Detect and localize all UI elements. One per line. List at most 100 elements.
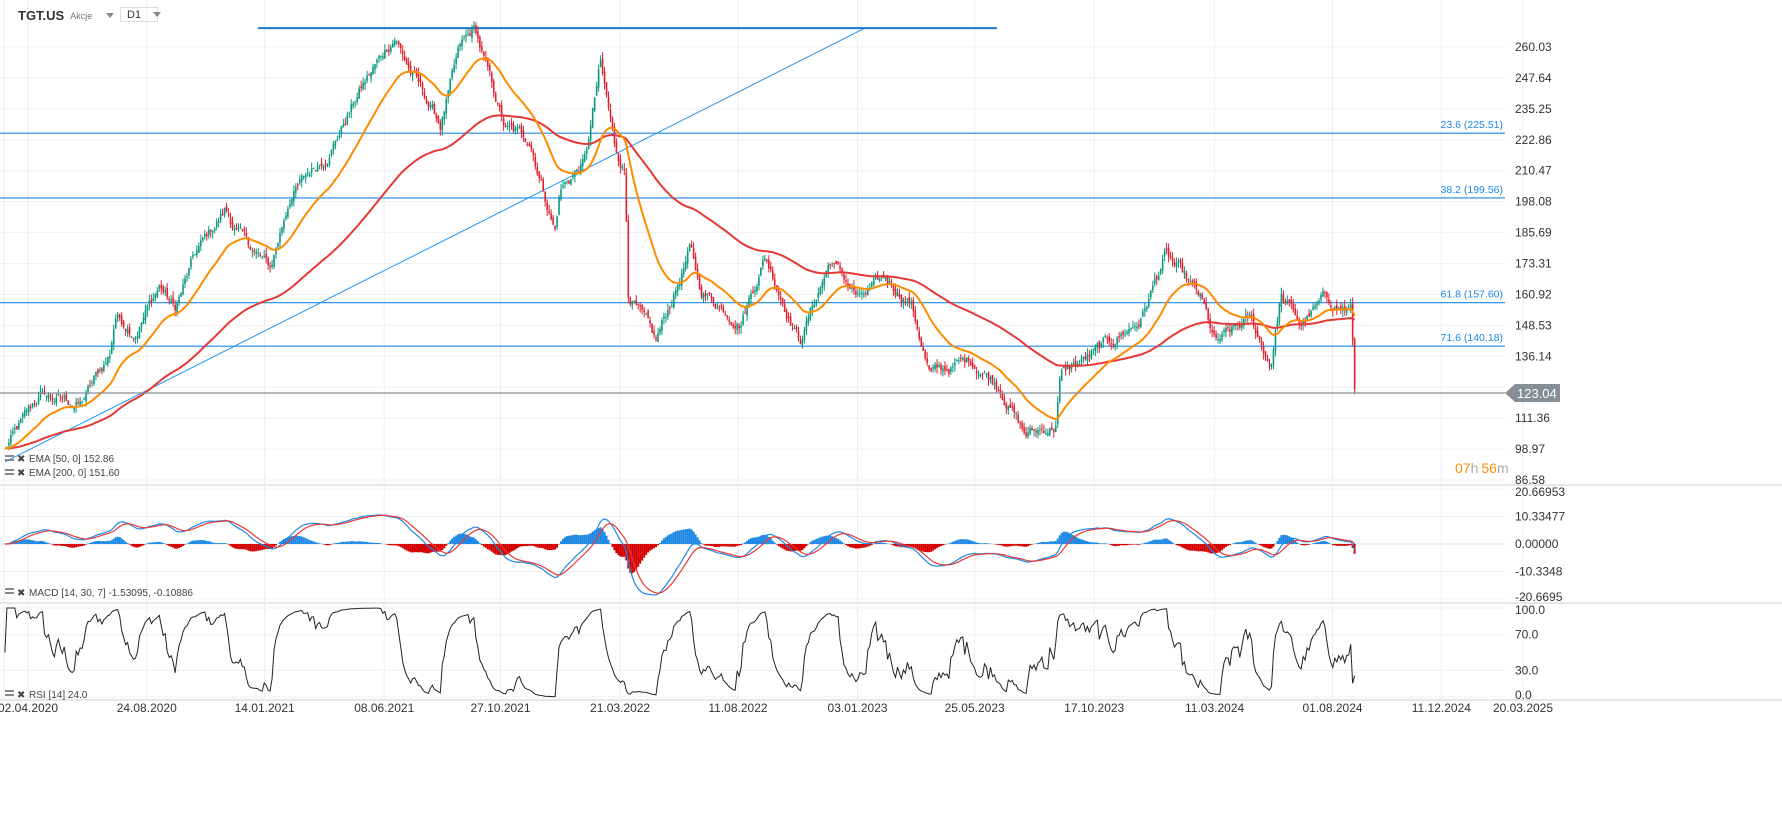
candle-body [552,217,554,225]
macd-histogram-bar [108,540,111,544]
candle-body [1082,356,1085,359]
macd-histogram-bar [136,544,139,548]
candle [627,214,630,304]
candle [265,247,267,264]
candle [781,297,784,307]
macd-histogram-bar [647,544,650,553]
candle-body [861,293,863,295]
candle-body [671,305,673,307]
candle-body [839,266,841,270]
macd-histogram-bar [660,540,663,544]
candle-body [1227,327,1229,329]
macd-histogram-bar [1193,544,1196,551]
candle [995,378,998,394]
macd-histogram-bar [848,544,851,548]
macd-histogram-bar [882,542,885,544]
candle [401,45,404,61]
macd-histogram-bar [300,536,303,544]
candle [308,171,311,178]
symbol-selector[interactable]: TGT.US Akcje [18,8,115,23]
candle-body [1025,432,1027,437]
rsi-line [4,607,1356,698]
candle [1185,270,1188,283]
candle [1019,420,1021,430]
candle [344,117,347,126]
candle-body [340,126,343,135]
macd-histogram-bar [213,542,216,544]
candle-body [536,167,539,174]
candle-body [142,317,145,325]
macd-histogram-bar [336,542,339,544]
candle-body [459,43,461,47]
candle-body [593,97,596,111]
candle-body [540,178,543,181]
macd-histogram-bar [744,542,747,544]
candle [1037,427,1039,439]
legend-macd[interactable]: ✖ MACD [14, 30, 7] -1.53095, -0.10886 [5,588,193,599]
candle-body [1203,299,1206,304]
candle-body [1219,338,1221,342]
macd-histogram-bar [1191,544,1194,551]
candle [1337,306,1340,309]
legend-ema200[interactable]: ✖ EMA [200, 0] 151.60 [5,468,120,479]
macd-histogram-bar [1098,543,1101,544]
price-tick-label: 173.31 [1515,256,1552,270]
candle-body [257,252,260,254]
candle [1290,295,1293,309]
macd-histogram-bar [1104,543,1107,544]
candle [562,180,564,189]
macd-histogram-bar [148,542,151,544]
candle-body [1023,427,1025,434]
macd-histogram-bar [1143,542,1146,544]
macd-histogram-bar [676,530,679,544]
candle-body [184,278,186,284]
candle-body [1142,311,1144,317]
candle-body [148,300,151,305]
macd-histogram-bar [890,544,893,545]
macd-histogram-bar [813,539,816,544]
macd-histogram-bar [360,541,363,544]
candle-body [1009,404,1012,408]
macd-histogram-bar [1296,542,1299,544]
candle-body [273,255,275,267]
candle [1153,272,1156,287]
candle-body [21,413,24,418]
candle [1122,330,1124,340]
candle [512,121,515,134]
candle-body [93,376,95,384]
candle-body [1092,348,1095,350]
candle [1268,358,1271,371]
candle-body [963,358,966,363]
macd-histogram-bar [1240,541,1243,544]
trend-line [4,27,866,463]
candle [542,177,545,193]
legend-rsi[interactable]: ✖ RSI [14] 24.0 [5,690,88,701]
candle [1239,321,1241,330]
trading-chart[interactable]: 23.6 (225.51)38.2 (199.56)61.8 (157.60)7… [0,0,1782,824]
macd-histogram-bar [613,544,616,551]
candle-body [548,210,550,213]
macd-histogram-bar [375,542,378,544]
remove-icon[interactable]: ✖ [17,454,25,465]
candle [1106,335,1109,345]
legend-ema50[interactable]: ✖ EMA [50, 0] 152.86 [5,454,114,465]
candle-body [1296,315,1299,320]
candle-body [1120,333,1122,337]
candle [1345,306,1348,316]
candle [1339,302,1342,315]
candle-body [1221,334,1223,340]
macd-histogram-bar [520,544,523,547]
timeframe-select[interactable]: D1 [120,7,162,22]
candle [322,164,325,172]
candle [1282,290,1285,304]
macd-histogram-bar [162,543,165,544]
remove-icon[interactable]: ✖ [17,588,25,599]
date-tick-label: 14.01.2021 [235,701,295,715]
candle-body [639,304,641,307]
candle [124,328,127,336]
remove-icon[interactable]: ✖ [17,690,25,701]
candle [831,261,833,267]
remove-icon[interactable]: ✖ [17,468,25,479]
candle-body [1027,432,1029,437]
macd-histogram-bar [894,544,897,547]
